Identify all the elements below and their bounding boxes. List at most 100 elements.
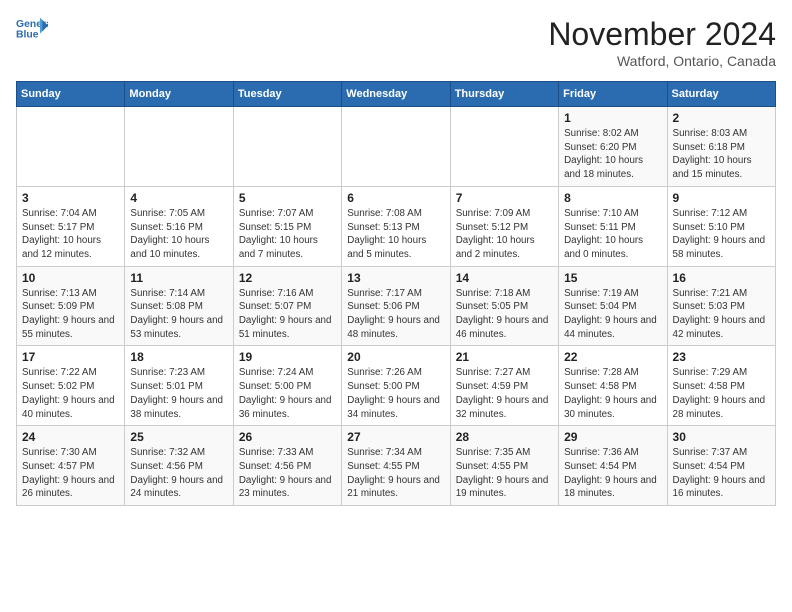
day-number: 29: [564, 430, 661, 444]
day-number: 13: [347, 271, 444, 285]
calendar-cell: 25Sunrise: 7:32 AMSunset: 4:56 PMDayligh…: [125, 426, 233, 506]
day-info: Sunrise: 8:02 AMSunset: 6:20 PMDaylight:…: [564, 127, 661, 182]
calendar-week-5: 24 Sunrise: 7:30 AMSunset: 4:57 PMDayligh…: [17, 426, 776, 506]
day-number: 22: [564, 350, 661, 364]
weekday-header-tuesday: Tuesday: [233, 82, 341, 107]
calendar-cell: [342, 107, 450, 187]
calendar-cell: 24 Sunrise: 7:30 AMSunset: 4:57 PMDayligh…: [17, 426, 125, 506]
calendar-cell: 27 Sunrise: 7:34 AMSunset: 4:55 PMDayligh…: [342, 426, 450, 506]
day-number: 3: [22, 191, 119, 205]
calendar-cell: 14Sunrise: 7:18 AMSunset: 5:05 PMDayligh…: [450, 266, 558, 346]
day-number: 28: [456, 430, 553, 444]
calendar-cell: 7 Sunrise: 7:09 AMSunset: 5:12 PMDaylight…: [450, 186, 558, 266]
day-number: 27: [347, 430, 444, 444]
calendar-cell: 29Sunrise: 7:36 AMSunset: 4:54 PMDayligh…: [559, 426, 667, 506]
logo: General Blue: [16, 16, 48, 44]
day-info: Sunrise: 7:13 AMSunset: 5:09 PMDaylight:…: [22, 287, 119, 342]
day-info: Sunrise: 7:33 AMSunset: 4:56 PMDaylight:…: [239, 446, 336, 501]
calendar-body: 1 Sunrise: 8:02 AMSunset: 6:20 PMDaylight…: [17, 107, 776, 506]
day-number: 10: [22, 271, 119, 285]
weekday-header-monday: Monday: [125, 82, 233, 107]
day-number: 18: [130, 350, 227, 364]
day-info: Sunrise: 7:28 AMSunset: 4:58 PMDaylight:…: [564, 366, 661, 421]
day-number: 14: [456, 271, 553, 285]
page-header: General Blue November 2024 Watford, Onta…: [16, 16, 776, 69]
day-number: 6: [347, 191, 444, 205]
day-info: Sunrise: 7:27 AMSunset: 4:59 PMDaylight:…: [456, 366, 553, 421]
calendar-cell: 21 Sunrise: 7:27 AMSunset: 4:59 PMDayligh…: [450, 346, 558, 426]
day-number: 2: [673, 111, 770, 125]
day-info: Sunrise: 7:07 AMSunset: 5:15 PMDaylight:…: [239, 207, 336, 262]
day-number: 30: [673, 430, 770, 444]
day-info: Sunrise: 7:37 AMSunset: 4:54 PMDaylight:…: [673, 446, 770, 501]
calendar-cell: 17 Sunrise: 7:22 AMSunset: 5:02 PMDayligh…: [17, 346, 125, 426]
calendar-cell: 6 Sunrise: 7:08 AMSunset: 5:13 PMDaylight…: [342, 186, 450, 266]
calendar-cell: 9 Sunrise: 7:12 AMSunset: 5:10 PMDaylight…: [667, 186, 775, 266]
calendar-cell: 23Sunrise: 7:29 AMSunset: 4:58 PMDayligh…: [667, 346, 775, 426]
day-number: 15: [564, 271, 661, 285]
day-number: 25: [130, 430, 227, 444]
day-info: Sunrise: 7:26 AMSunset: 5:00 PMDaylight:…: [347, 366, 444, 421]
weekday-header-sunday: Sunday: [17, 82, 125, 107]
title-block: November 2024 Watford, Ontario, Canada: [548, 16, 776, 69]
weekday-header-wednesday: Wednesday: [342, 82, 450, 107]
day-number: 20: [347, 350, 444, 364]
calendar-week-2: 3 Sunrise: 7:04 AMSunset: 5:17 PMDaylight…: [17, 186, 776, 266]
day-number: 26: [239, 430, 336, 444]
day-info: Sunrise: 7:21 AMSunset: 5:03 PMDaylight:…: [673, 287, 770, 342]
calendar-week-3: 10 Sunrise: 7:13 AMSunset: 5:09 PMDayligh…: [17, 266, 776, 346]
day-info: Sunrise: 7:22 AMSunset: 5:02 PMDaylight:…: [22, 366, 119, 421]
day-info: Sunrise: 7:12 AMSunset: 5:10 PMDaylight:…: [673, 207, 770, 262]
day-number: 1: [564, 111, 661, 125]
weekday-header-friday: Friday: [559, 82, 667, 107]
day-info: Sunrise: 7:30 AMSunset: 4:57 PMDaylight:…: [22, 446, 119, 501]
calendar-cell: [450, 107, 558, 187]
day-number: 24: [22, 430, 119, 444]
calendar-cell: 19Sunrise: 7:24 AMSunset: 5:00 PMDayligh…: [233, 346, 341, 426]
weekday-row: SundayMondayTuesdayWednesdayThursdayFrid…: [17, 82, 776, 107]
svg-text:Blue: Blue: [16, 30, 39, 41]
day-number: 17: [22, 350, 119, 364]
calendar-cell: [17, 107, 125, 187]
calendar-cell: 10 Sunrise: 7:13 AMSunset: 5:09 PMDayligh…: [17, 266, 125, 346]
day-info: Sunrise: 7:29 AMSunset: 4:58 PMDaylight:…: [673, 366, 770, 421]
weekday-header-saturday: Saturday: [667, 82, 775, 107]
day-info: Sunrise: 8:03 AMSunset: 6:18 PMDaylight:…: [673, 127, 770, 182]
day-number: 4: [130, 191, 227, 205]
day-number: 21: [456, 350, 553, 364]
day-number: 12: [239, 271, 336, 285]
calendar-table: SundayMondayTuesdayWednesdayThursdayFrid…: [16, 81, 776, 506]
day-info: Sunrise: 7:04 AMSunset: 5:17 PMDaylight:…: [22, 207, 119, 262]
calendar-cell: 20 Sunrise: 7:26 AMSunset: 5:00 PMDayligh…: [342, 346, 450, 426]
calendar-cell: 1 Sunrise: 8:02 AMSunset: 6:20 PMDaylight…: [559, 107, 667, 187]
calendar-cell: 18 Sunrise: 7:23 AMSunset: 5:01 PMDayligh…: [125, 346, 233, 426]
day-number: 16: [673, 271, 770, 285]
calendar-week-1: 1 Sunrise: 8:02 AMSunset: 6:20 PMDaylight…: [17, 107, 776, 187]
day-number: 7: [456, 191, 553, 205]
day-info: Sunrise: 7:05 AMSunset: 5:16 PMDaylight:…: [130, 207, 227, 262]
day-info: Sunrise: 7:35 AMSunset: 4:55 PMDaylight:…: [456, 446, 553, 501]
calendar-cell: 26 Sunrise: 7:33 AMSunset: 4:56 PMDayligh…: [233, 426, 341, 506]
calendar-cell: 28 Sunrise: 7:35 AMSunset: 4:55 PMDayligh…: [450, 426, 558, 506]
day-number: 9: [673, 191, 770, 205]
calendar-cell: 22 Sunrise: 7:28 AMSunset: 4:58 PMDayligh…: [559, 346, 667, 426]
calendar-cell: 3 Sunrise: 7:04 AMSunset: 5:17 PMDaylight…: [17, 186, 125, 266]
day-number: 11: [130, 271, 227, 285]
calendar-cell: 8Sunrise: 7:10 AMSunset: 5:11 PMDaylight…: [559, 186, 667, 266]
calendar-cell: [125, 107, 233, 187]
day-info: Sunrise: 7:10 AMSunset: 5:11 PMDaylight:…: [564, 207, 661, 262]
calendar-cell: 5 Sunrise: 7:07 AMSunset: 5:15 PMDaylight…: [233, 186, 341, 266]
calendar-cell: 15Sunrise: 7:19 AMSunset: 5:04 PMDayligh…: [559, 266, 667, 346]
day-info: Sunrise: 7:34 AMSunset: 4:55 PMDaylight:…: [347, 446, 444, 501]
day-info: Sunrise: 7:09 AMSunset: 5:12 PMDaylight:…: [456, 207, 553, 262]
calendar-header: SundayMondayTuesdayWednesdayThursdayFrid…: [17, 82, 776, 107]
day-number: 5: [239, 191, 336, 205]
calendar-cell: 11Sunrise: 7:14 AMSunset: 5:08 PMDayligh…: [125, 266, 233, 346]
day-info: Sunrise: 7:23 AMSunset: 5:01 PMDaylight:…: [130, 366, 227, 421]
weekday-header-thursday: Thursday: [450, 82, 558, 107]
day-info: Sunrise: 7:08 AMSunset: 5:13 PMDaylight:…: [347, 207, 444, 262]
calendar-cell: 30 Sunrise: 7:37 AMSunset: 4:54 PMDayligh…: [667, 426, 775, 506]
calendar-cell: [233, 107, 341, 187]
calendar-week-4: 17 Sunrise: 7:22 AMSunset: 5:02 PMDayligh…: [17, 346, 776, 426]
calendar-cell: 12Sunrise: 7:16 AMSunset: 5:07 PMDayligh…: [233, 266, 341, 346]
